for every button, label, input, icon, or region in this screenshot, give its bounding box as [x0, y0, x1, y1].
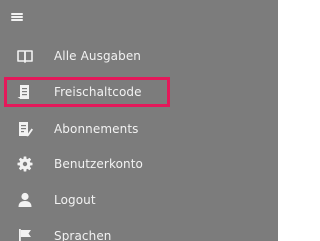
menu-item-label: Abonnements	[54, 122, 139, 136]
menu-item-sprachen[interactable]: Sprachen	[0, 219, 278, 241]
person-icon	[16, 191, 34, 209]
menu-item-label: Freischaltcode	[54, 85, 142, 99]
book-icon	[16, 47, 34, 65]
menu-item-label: Sprachen	[54, 229, 112, 241]
menu-item-benutzerkonto[interactable]: Benutzerkonto	[0, 147, 278, 181]
menu-item-alle-ausgaben[interactable]: Alle Ausgaben	[0, 39, 278, 73]
document-edit-icon	[16, 120, 34, 138]
flag-icon	[16, 227, 34, 241]
menu-item-label: Logout	[54, 193, 96, 207]
menu-item-label: Benutzerkonto	[54, 157, 143, 171]
navigation-drawer: Alle Ausgaben Freischaltcode Abonnements…	[0, 0, 278, 241]
document-code-icon	[16, 83, 34, 101]
menu-item-abonnements[interactable]: Abonnements	[0, 112, 278, 146]
menu-item-label: Alle Ausgaben	[54, 49, 142, 63]
menu-item-freischaltcode[interactable]: Freischaltcode	[0, 75, 278, 109]
menu-item-logout[interactable]: Logout	[0, 183, 278, 217]
hamburger-menu-icon[interactable]	[11, 11, 27, 23]
gear-icon	[16, 155, 34, 173]
